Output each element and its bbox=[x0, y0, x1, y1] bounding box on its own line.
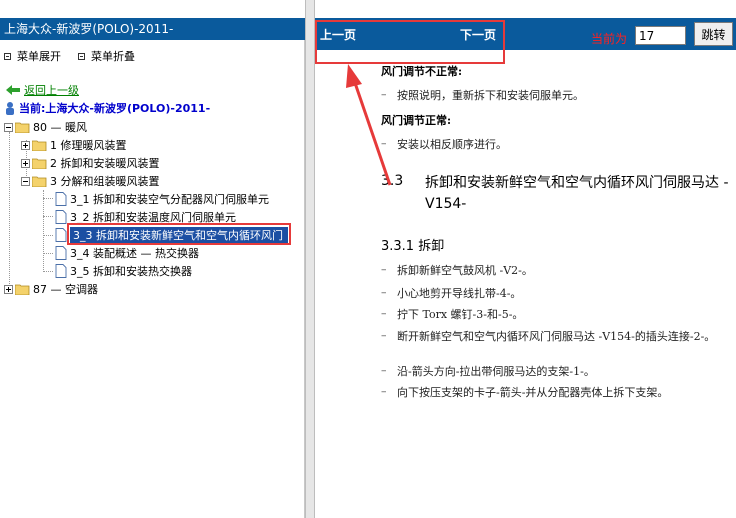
document-icon bbox=[55, 264, 67, 278]
expand-icon[interactable] bbox=[21, 140, 30, 150]
dash-bullet: – bbox=[381, 286, 387, 299]
step-text: 断开新鲜空气和空气内循环风门伺服马达 -V154-的插头连接-2-。 bbox=[397, 330, 716, 343]
section-title: 3.3 拆卸和安装新鲜空气和空气内循环风门伺服马达 -V154- bbox=[381, 173, 735, 215]
back-arrow-icon bbox=[6, 85, 20, 95]
step-item: – 向下按压支架的卡子-箭头-并从分配器壳体上拆下支架。 bbox=[381, 385, 727, 400]
tree-node-3[interactable]: 3 分解和组装暖风装置 bbox=[21, 173, 160, 189]
step-text: 拆卸新鲜空气鼓风机 -V2-。 bbox=[397, 264, 533, 277]
left-pane: 上海大众-新波罗(POLO)-2011- 菜单展开 菜单折叠 返回上一级 当前:… bbox=[0, 0, 305, 518]
tree-node-label: 87 — 空调器 bbox=[33, 283, 98, 296]
collapse-icon[interactable] bbox=[4, 122, 13, 132]
step-text: 小心地剪开导线扎带-4-。 bbox=[397, 287, 522, 300]
tree-node-1[interactable]: 1 修理暖风装置 bbox=[21, 137, 127, 153]
step-text: 向下按压支架的卡子-箭头-并从分配器壳体上拆下支架。 bbox=[397, 386, 669, 399]
expand-icon[interactable] bbox=[21, 158, 30, 168]
tree-line bbox=[43, 235, 53, 236]
current-location-label: 当前:上海大众-新波罗(POLO)-2011- bbox=[19, 102, 211, 115]
expand-icon[interactable] bbox=[4, 284, 13, 294]
tree-node-label: 1 修理暖风装置 bbox=[50, 139, 127, 152]
folder-icon bbox=[32, 140, 47, 151]
menu-collapse-button[interactable]: 菜单折叠 bbox=[78, 48, 135, 64]
document-icon bbox=[55, 210, 67, 224]
current-page-label: 当前为 bbox=[591, 32, 628, 46]
step-text: 拧下 Torx 螺钉-3-和-5-。 bbox=[397, 308, 524, 321]
dash-bullet: – bbox=[381, 307, 387, 320]
folder-icon bbox=[32, 158, 47, 169]
document-icon bbox=[55, 246, 67, 260]
menu-expand-label: 菜单展开 bbox=[17, 50, 61, 63]
subsection-title: 3.3.1 拆卸 bbox=[381, 239, 445, 254]
step-item: – 小心地剪开导线扎带-4-。 bbox=[381, 286, 727, 301]
list-item-text: 按照说明，重新拆下和安装伺服单元。 bbox=[397, 89, 584, 102]
tree-line bbox=[43, 216, 53, 217]
pane-splitter[interactable] bbox=[305, 0, 315, 518]
dash-bullet: – bbox=[381, 364, 387, 377]
back-link[interactable]: 返回上一级 bbox=[6, 82, 79, 98]
tree-node-2[interactable]: 2 拆卸和安装暖风装置 bbox=[21, 155, 160, 171]
tree-leaf-label: 3_5 拆卸和安装热交换器 bbox=[70, 265, 192, 278]
tree-node-87[interactable]: 87 — 空调器 bbox=[4, 281, 98, 297]
list-item-text: 安装以相反顺序进行。 bbox=[397, 138, 507, 151]
back-link-label: 返回上一级 bbox=[24, 84, 79, 97]
tree-leaf-3-1[interactable]: 3_1 拆卸和安装空气分配器风门伺服单元 bbox=[55, 191, 269, 207]
tree-node-label: 3 分解和组装暖风装置 bbox=[50, 175, 160, 188]
left-top-strip bbox=[0, 0, 305, 18]
tree-line bbox=[9, 132, 10, 290]
document-icon bbox=[55, 228, 67, 242]
folder-open-icon bbox=[32, 176, 47, 187]
tree-leaf-3-4[interactable]: 3_4 装配概述 — 热交换器 bbox=[55, 245, 199, 261]
menu-expand-button[interactable]: 菜单展开 bbox=[4, 48, 61, 64]
step-item: – 断开新鲜空气和空气内循环风门伺服马达 -V154-的插头连接-2-。 bbox=[381, 329, 727, 344]
dash-bullet: – bbox=[381, 263, 387, 276]
step-item: – 沿-箭头方向-拉出带伺服马达的支架-1-。 bbox=[381, 364, 727, 379]
folder-open-icon bbox=[15, 122, 30, 133]
tree-leaf-label: 3_1 拆卸和安装空气分配器风门伺服单元 bbox=[70, 193, 269, 206]
minus-box-icon bbox=[4, 52, 11, 60]
current-location: 当前:上海大众-新波罗(POLO)-2011- bbox=[4, 100, 210, 116]
minus-box-icon bbox=[78, 52, 85, 60]
section-title-text: 拆卸和安装新鲜空气和空气内循环风门伺服马达 -V154- bbox=[425, 175, 729, 212]
dash-bullet: – bbox=[381, 385, 387, 398]
right-top-strip bbox=[315, 0, 736, 18]
tree-node-80[interactable]: 80 — 暖风 bbox=[4, 119, 87, 135]
document-icon bbox=[55, 192, 67, 206]
tree-line bbox=[43, 253, 53, 254]
person-icon bbox=[6, 102, 14, 115]
selected-item-highlight bbox=[67, 223, 291, 245]
page-number-input[interactable] bbox=[635, 26, 686, 45]
red-annotation-arrow-icon bbox=[346, 64, 392, 186]
step-text: 沿-箭头方向-拉出带伺服马达的支架-1-。 bbox=[397, 365, 595, 378]
list-item: – 安装以相反顺序进行。 bbox=[381, 137, 727, 152]
tree-leaf-3-5[interactable]: 3_5 拆卸和安装热交换器 bbox=[55, 263, 192, 279]
step-item: – 拆卸新鲜空气鼓风机 -V2-。 bbox=[381, 263, 727, 278]
list-item: – 按照说明，重新拆下和安装伺服单元。 bbox=[381, 88, 727, 103]
tree-node-label: 80 — 暖风 bbox=[33, 121, 87, 134]
jump-button[interactable]: 跳转 bbox=[694, 22, 733, 46]
tree-line bbox=[43, 190, 44, 272]
left-title: 上海大众-新波罗(POLO)-2011- bbox=[0, 18, 305, 40]
tree-line bbox=[43, 198, 53, 199]
tree-line bbox=[43, 271, 53, 272]
dash-bullet: – bbox=[381, 329, 387, 342]
step-item: – 拧下 Torx 螺钉-3-和-5-。 bbox=[381, 307, 727, 322]
tree-node-label: 2 拆卸和安装暖风装置 bbox=[50, 157, 160, 170]
menu-collapse-label: 菜单折叠 bbox=[91, 50, 135, 63]
folder-icon bbox=[15, 284, 30, 295]
tree-leaf-label: 3_4 装配概述 — 热交换器 bbox=[70, 247, 199, 260]
collapse-icon[interactable] bbox=[21, 176, 30, 186]
